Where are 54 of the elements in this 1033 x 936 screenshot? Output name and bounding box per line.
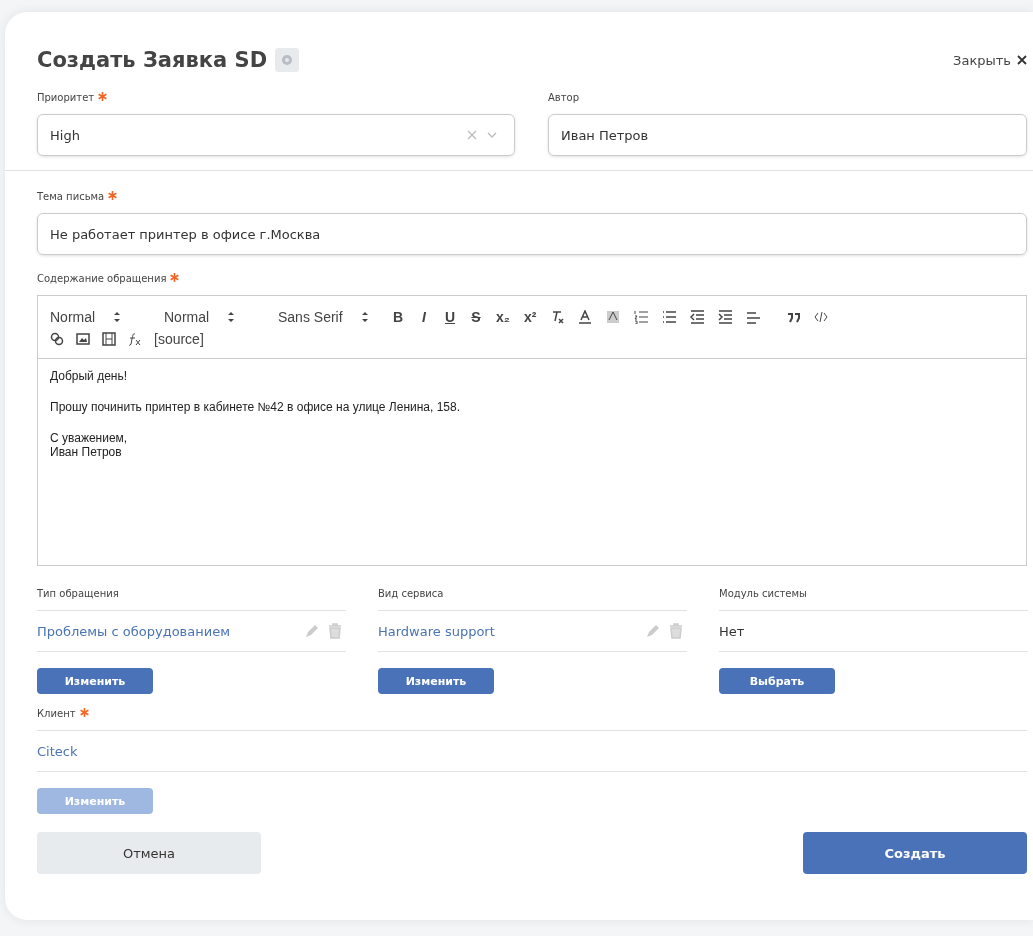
source-button[interactable]: [source] (154, 331, 204, 347)
value-link[interactable]: Проблемы с оборудованием (37, 623, 230, 639)
caret-icon (113, 311, 122, 323)
change-button: Изменить (37, 788, 153, 814)
caret-icon (360, 311, 369, 323)
format-button[interactable]: U (444, 309, 456, 325)
editor-paragraph: Добрый день! (50, 369, 129, 383)
submit-button[interactable]: Создать (803, 832, 1027, 874)
dialog-title: Создать Заявка SD (37, 48, 268, 72)
toolbar-dropdown[interactable]: Sans Serif (278, 309, 378, 325)
text-color-icon[interactable] (578, 310, 593, 324)
change-button[interactable]: Изменить (37, 668, 153, 694)
film-icon[interactable] (102, 332, 116, 346)
field-label: Автор (548, 92, 580, 103)
subject-field[interactable]: Не работает принтер в офисе г.Москва (37, 213, 1027, 255)
format-button[interactable]: x² (524, 309, 537, 325)
link-icon[interactable] (50, 332, 64, 346)
format-button[interactable]: S (470, 309, 482, 325)
field-label: Тип обращения (37, 588, 119, 599)
indent-icon[interactable] (718, 310, 733, 324)
close-icon (1017, 55, 1027, 65)
cancel-button[interactable]: Отмена (37, 832, 261, 874)
field-label: Вид сервиса (378, 588, 444, 599)
field-label: Клиент (37, 708, 76, 719)
change-button[interactable]: Изменить (378, 668, 494, 694)
highlight-icon[interactable] (606, 310, 621, 324)
caret-icon (227, 311, 236, 323)
field-label: Содержание обращения (37, 273, 167, 284)
formula-icon[interactable] (128, 332, 142, 346)
outdent-icon[interactable] (690, 310, 705, 324)
toolbar-dropdown[interactable]: Normal (164, 309, 264, 325)
close-button[interactable]: Закрыть (953, 52, 1027, 68)
format-button[interactable]: x₂ (496, 309, 510, 325)
value-link[interactable]: Hardware support (378, 623, 495, 639)
change-button[interactable]: Выбрать (719, 668, 835, 694)
bullet-list-icon[interactable] (662, 310, 677, 324)
editor-paragraph: Прошу починить принтер в кабинете №42 в офисе на улице Ленина, 158. (50, 400, 462, 414)
format-button[interactable]: I (418, 309, 430, 325)
field-label: Приоритет (37, 92, 95, 103)
editor-paragraph: С уважением, Иван Петров (50, 431, 129, 459)
value-text: Нет (719, 623, 745, 639)
clear-format-icon[interactable] (550, 310, 565, 324)
field-label: Модуль системы (719, 588, 807, 599)
field-label: Тема письма (37, 191, 105, 202)
priority-select[interactable]: High (37, 114, 515, 156)
numbered-list-icon[interactable] (634, 310, 649, 324)
format-button[interactable]: B (392, 309, 404, 325)
gear-icon (280, 53, 295, 67)
quote-icon[interactable] (786, 310, 801, 324)
author-field[interactable]: Иван Петров (548, 114, 1027, 156)
toolbar-dropdown[interactable]: Normal (50, 309, 150, 325)
code-icon[interactable] (814, 310, 829, 324)
image-icon[interactable] (76, 332, 90, 346)
align-icon[interactable] (746, 310, 761, 324)
